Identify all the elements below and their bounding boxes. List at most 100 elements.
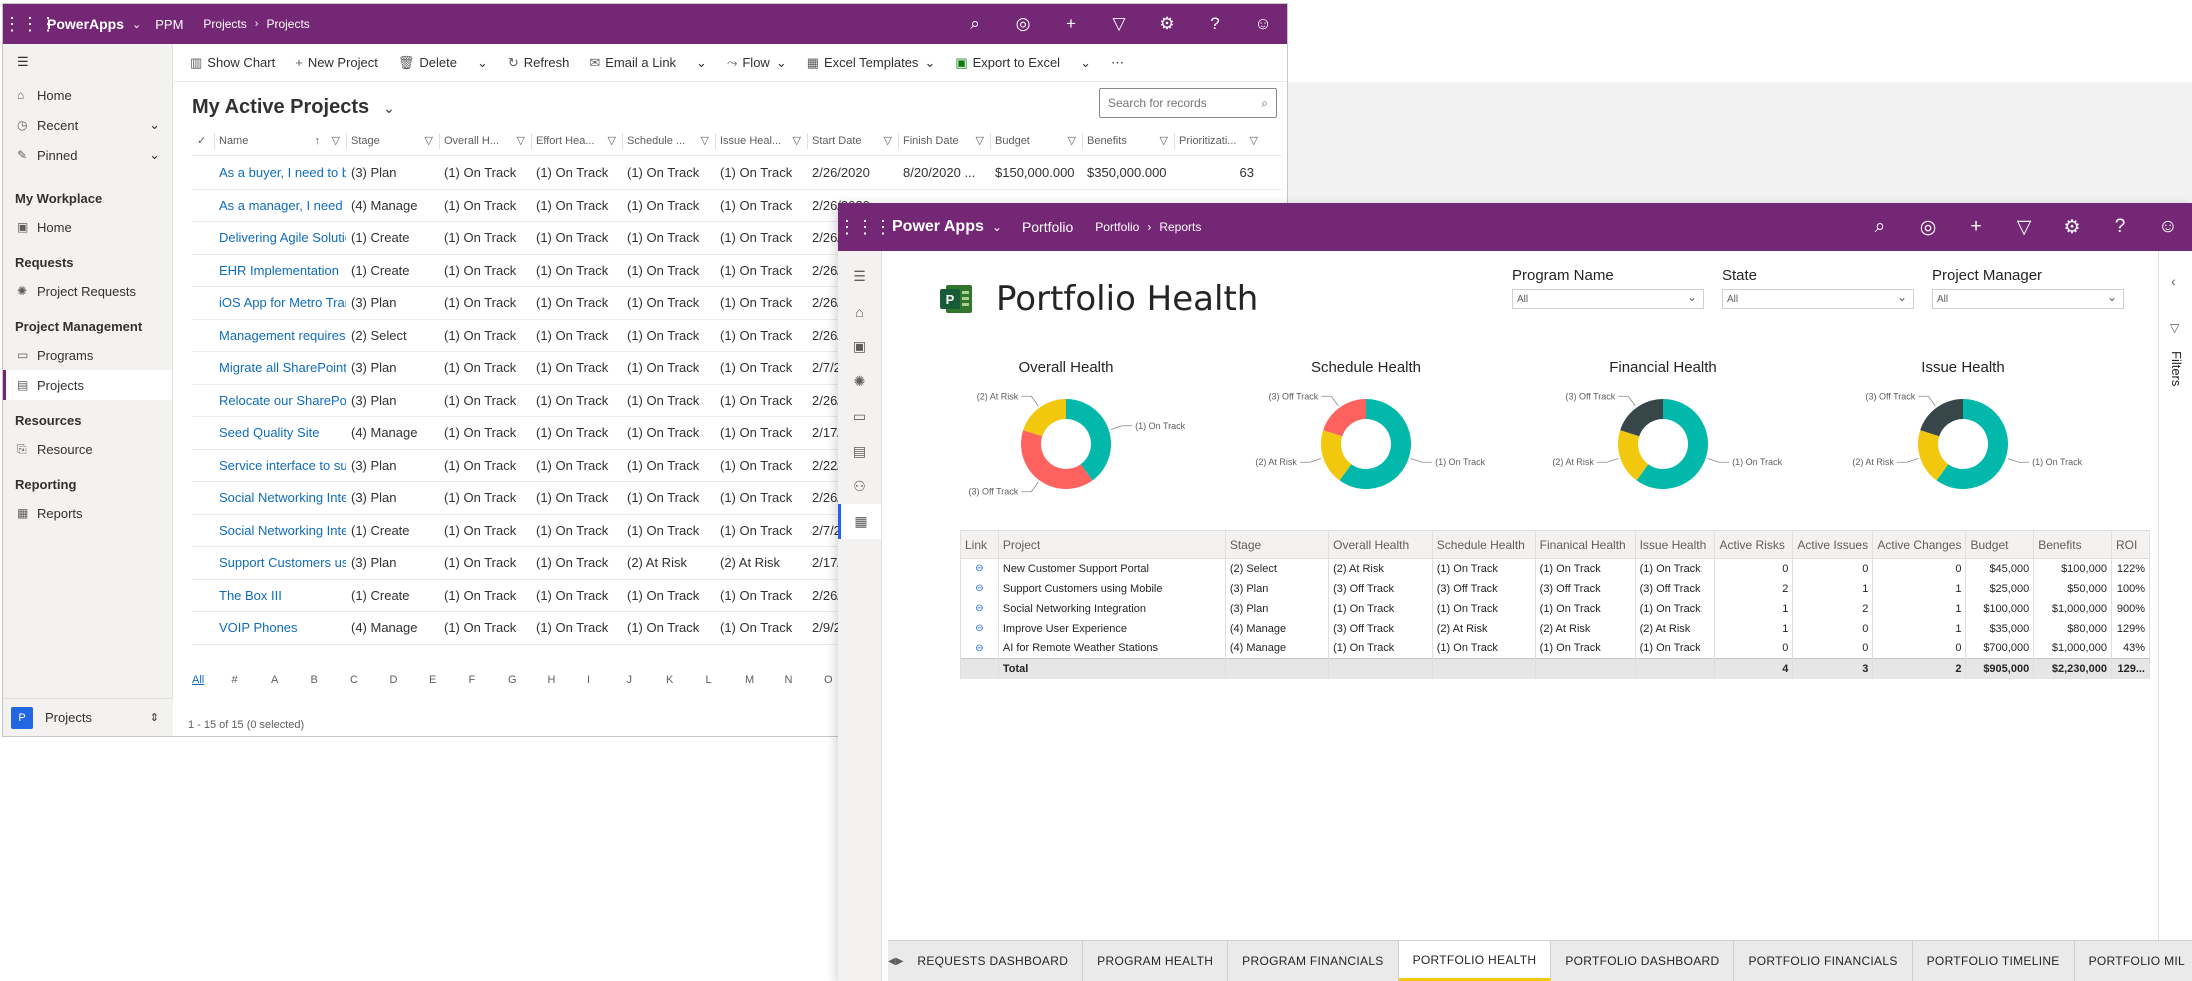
alpha-filter-letter[interactable]: H [548, 674, 588, 686]
sidebar-item-pinned[interactable]: ✎ Pinned ⌄ [3, 140, 172, 170]
refresh-button[interactable]: ↻ Refresh [498, 55, 579, 71]
column-header[interactable]: Stage ▽ [346, 126, 439, 155]
programs-icon[interactable]: ▭ [838, 399, 881, 434]
lightbulb-icon[interactable]: ✺ [838, 364, 881, 399]
report-page-tab[interactable]: PORTFOLIO HEALTH [1398, 941, 1552, 981]
report-page-tab[interactable]: PORTFOLIO FINANCIALS [1734, 941, 1913, 981]
home-icon[interactable]: ⌂ [838, 294, 881, 329]
search-icon[interactable]: ⌕ [1261, 96, 1268, 111]
project-name-link[interactable]: Management requires a [214, 328, 346, 343]
column-filter-icon[interactable]: ▽ [884, 134, 892, 147]
project-name-link[interactable]: Relocate our SharePoint [214, 393, 346, 408]
alpha-filter-letter[interactable]: L [706, 674, 746, 686]
plus-icon[interactable]: + [1952, 216, 2000, 239]
donut-slice[interactable] [1620, 399, 1663, 437]
chevron-down-icon[interactable]: ⌄ [992, 220, 1002, 234]
chevron-down-icon[interactable]: ⌄ [132, 18, 141, 31]
user-icon[interactable]: ☺ [2144, 216, 2192, 239]
alpha-filter-letter[interactable]: D [390, 674, 430, 686]
new-project-button[interactable]: + New Project [285, 55, 388, 70]
email-link-button[interactable]: ✉ Email a Link [579, 55, 686, 71]
column-filter-icon[interactable]: ▽ [976, 134, 984, 147]
alpha-filter-letter[interactable]: A [271, 674, 311, 686]
help-icon[interactable]: ? [2096, 216, 2144, 239]
search-box[interactable]: ⌕ [1099, 88, 1277, 118]
delete-button[interactable]: 🗑 Delete [388, 55, 467, 71]
table-row[interactable]: ⊖ Social Networking Integration (3) Plan (1… [960, 598, 2151, 619]
show-chart-button[interactable]: ▥ Show Chart [180, 55, 285, 71]
project-name-link[interactable]: As a manager, I need to [214, 198, 346, 213]
column-filter-icon[interactable]: ▽ [332, 134, 340, 147]
donut-chart[interactable]: Overall Health (1) On Track (3) Off Track(… [946, 359, 1186, 509]
app-name[interactable]: PowerApps [47, 16, 124, 32]
app-name[interactable]: Power Apps [892, 218, 984, 236]
project-name-link[interactable]: Support Customers usin [214, 555, 346, 570]
plus-icon[interactable]: + [1047, 14, 1095, 34]
table-column-header[interactable]: Active Changes [1872, 530, 1967, 559]
alpha-filter-letter[interactable]: B [311, 674, 351, 686]
column-header[interactable]: Benefits ▽ [1082, 126, 1174, 155]
gear-icon[interactable]: ⚙ [2048, 216, 2096, 239]
column-header[interactable]: Prioritizati... ▽ [1174, 126, 1264, 155]
alpha-filter-letter[interactable]: F [469, 674, 509, 686]
chevron-down-icon[interactable]: ⌄ [149, 117, 160, 133]
alpha-filter-letter[interactable]: C [350, 674, 390, 686]
project-name-link[interactable]: Migrate all SharePoint Si [214, 360, 346, 375]
email-dropdown[interactable]: ⌄ [686, 55, 717, 71]
prev-tab-icon[interactable]: ◀ [888, 941, 896, 981]
select-all-checkbox[interactable]: ✓ [192, 126, 214, 155]
table-column-header[interactable]: Link [960, 530, 999, 559]
alpha-filter-letter[interactable]: I [587, 674, 627, 686]
report-page-tab[interactable]: PORTFOLIO DASHBOARD [1551, 941, 1735, 981]
slicer-dropdown[interactable]: All [1722, 289, 1914, 309]
sidebar-item-reports[interactable]: ▦ Reports [3, 498, 172, 528]
export-dropdown[interactable]: ⌄ [1070, 55, 1101, 71]
chevron-down-icon[interactable]: ⌄ [149, 147, 160, 163]
column-filter-icon[interactable]: ▽ [1160, 134, 1168, 147]
donut-slice[interactable] [1920, 399, 1963, 437]
table-row[interactable]: As a buyer, I need to be (3) Plan (1) On T… [192, 157, 1282, 190]
table-column-header[interactable]: Active Risks [1714, 530, 1794, 559]
app-launcher-icon[interactable]: ⋮⋮⋮ [3, 14, 57, 35]
flow-button[interactable]: ⤳ Flow ⌄ [717, 55, 797, 71]
delete-dropdown[interactable]: ⌄ [467, 55, 498, 71]
table-column-header[interactable]: ROI [2110, 530, 2151, 559]
column-header[interactable]: Name ↑ ▽ [214, 126, 346, 155]
export-excel-button[interactable]: ▣ Export to Excel [945, 55, 1070, 71]
alpha-filter-letter[interactable]: G [508, 674, 548, 686]
column-filter-icon[interactable]: ▽ [701, 134, 709, 147]
report-page-tab[interactable]: PROGRAM FINANCIALS [1228, 941, 1399, 981]
sidebar-item-projects[interactable]: ▤ Projects [3, 370, 172, 400]
link-icon[interactable]: ⊖ [960, 558, 999, 579]
column-header[interactable]: Issue Heal... ▽ [715, 126, 807, 155]
link-icon[interactable]: ⊖ [960, 578, 999, 599]
alpha-filter-letter[interactable]: All [192, 674, 232, 686]
table-column-header[interactable]: Issue Health [1634, 530, 1716, 559]
project-name-link[interactable]: iOS App for Metro Trans [214, 295, 346, 310]
report-icon[interactable]: ▦ [838, 504, 881, 539]
table-column-header[interactable]: Budget [1965, 530, 2035, 559]
table-column-header[interactable]: Project [997, 530, 1226, 559]
hamburger-icon[interactable]: ☰ [838, 259, 881, 294]
breadcrumb-area[interactable]: Projects [203, 17, 246, 31]
project-name-link[interactable]: The Box III [214, 588, 346, 603]
column-filter-icon[interactable]: ▽ [1068, 134, 1076, 147]
column-header[interactable]: Start Date ▽ [807, 126, 898, 155]
hamburger-icon[interactable]: ☰ [3, 44, 172, 80]
table-column-header[interactable]: Active Issues [1792, 530, 1874, 559]
report-page-tab[interactable]: PORTFOLIO MIL [2075, 941, 2192, 981]
project-manager-slicer[interactable]: Project Manager All [1932, 267, 2124, 309]
table-column-header[interactable]: Finanical Health [1534, 530, 1636, 559]
column-header[interactable]: Schedule ... ▽ [622, 126, 715, 155]
state-slicer[interactable]: State All [1722, 267, 1914, 309]
column-filter-icon[interactable]: ▽ [1250, 134, 1258, 147]
alpha-filter-letter[interactable]: N [785, 674, 825, 686]
excel-templates-button[interactable]: ▦ Excel Templates ⌄ [797, 55, 946, 71]
project-name-link[interactable]: Seed Quality Site [214, 425, 346, 440]
column-header[interactable]: Effort Hea... ▽ [531, 126, 622, 155]
alpha-filter-letter[interactable]: J [627, 674, 667, 686]
gear-icon[interactable]: ⚙ [1143, 14, 1191, 34]
project-name-link[interactable]: VOIP Phones [214, 620, 346, 635]
sidebar-item-workplace-home[interactable]: ▣ Home [3, 212, 172, 242]
table-column-header[interactable]: Stage [1224, 530, 1330, 559]
